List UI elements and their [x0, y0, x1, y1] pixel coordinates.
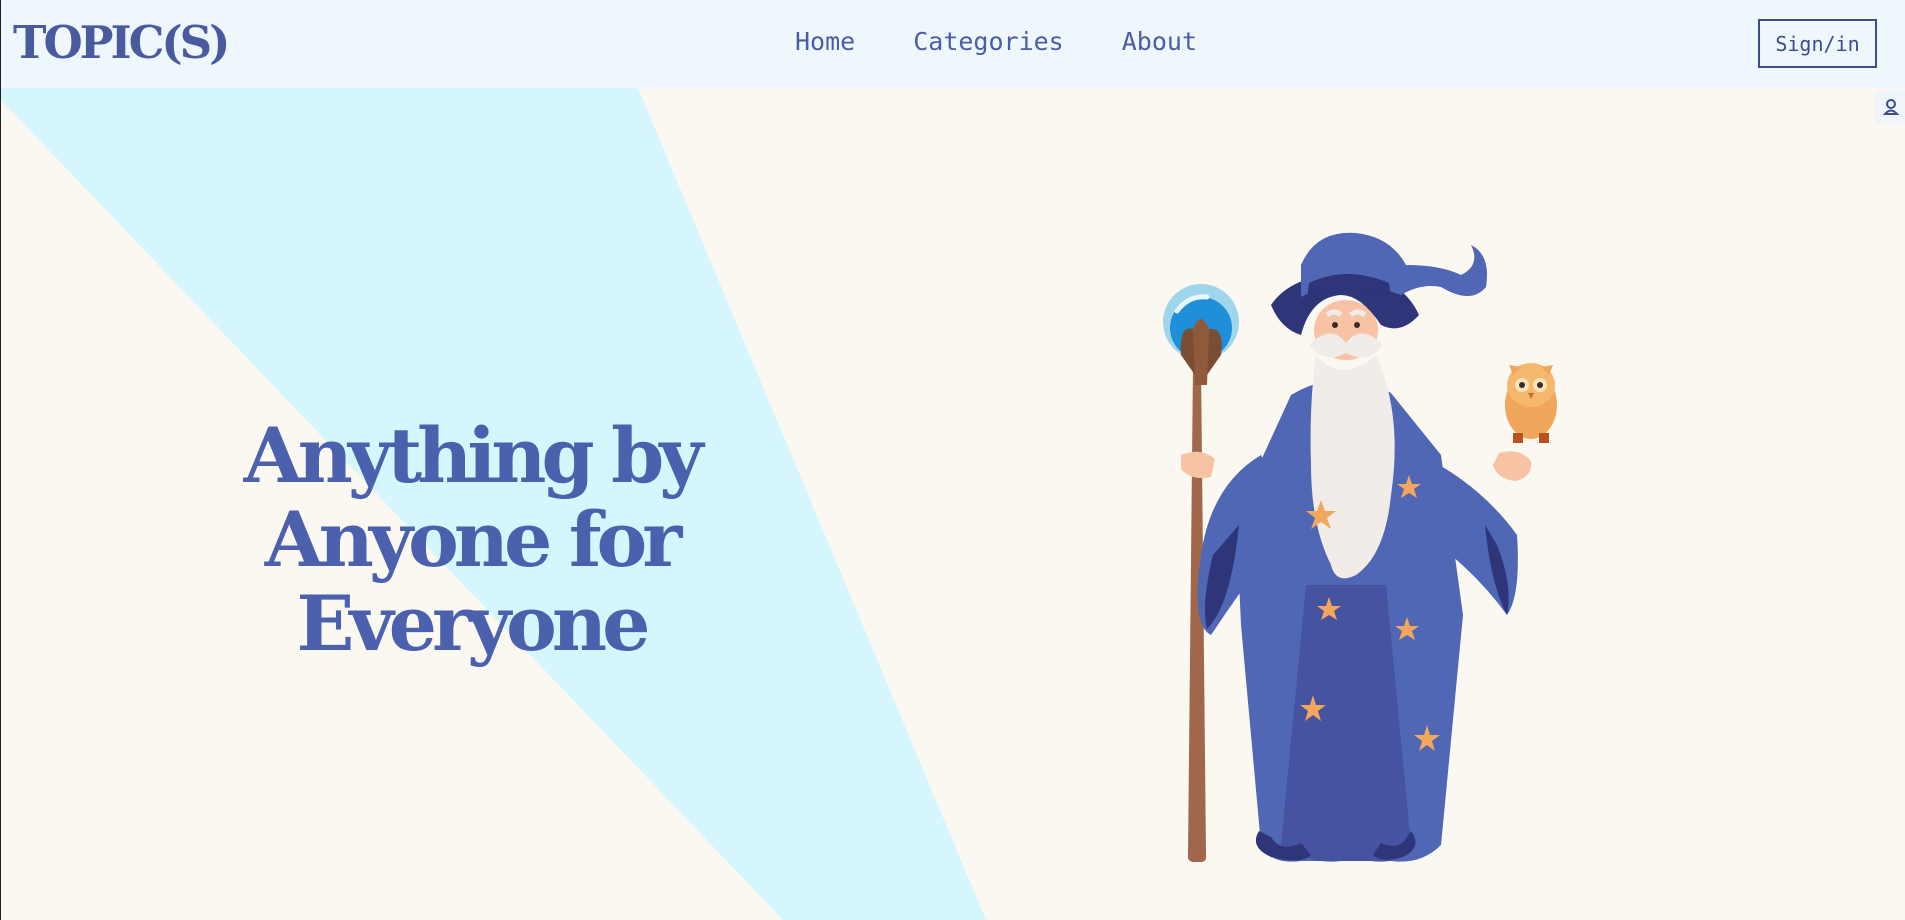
logo[interactable]: TOPIC(S)	[13, 14, 230, 72]
user-icon	[1882, 99, 1899, 115]
headline-line-1: Anything by	[243, 411, 704, 500]
nav-home-link[interactable]: Home	[795, 24, 855, 60]
nav-categories-link[interactable]: Categories	[913, 24, 1064, 60]
signin-button[interactable]: Sign/in	[1758, 19, 1877, 68]
page: TOPIC(S) Home Categories About Sign/in A…	[0, 0, 1905, 920]
wizard-illustration	[1163, 232, 1557, 862]
nav-links: Home Categories About	[795, 24, 1197, 60]
headline-line-3: Everyone	[296, 579, 651, 668]
hero-headline: Anything by Anyone for Everyone	[171, 414, 771, 666]
side-user-tab[interactable]	[1875, 90, 1905, 124]
nav-about-link[interactable]: About	[1122, 24, 1197, 60]
headline-line-2: Anyone for	[264, 495, 683, 584]
navbar: TOPIC(S) Home Categories About Sign/in	[1, 0, 1905, 88]
